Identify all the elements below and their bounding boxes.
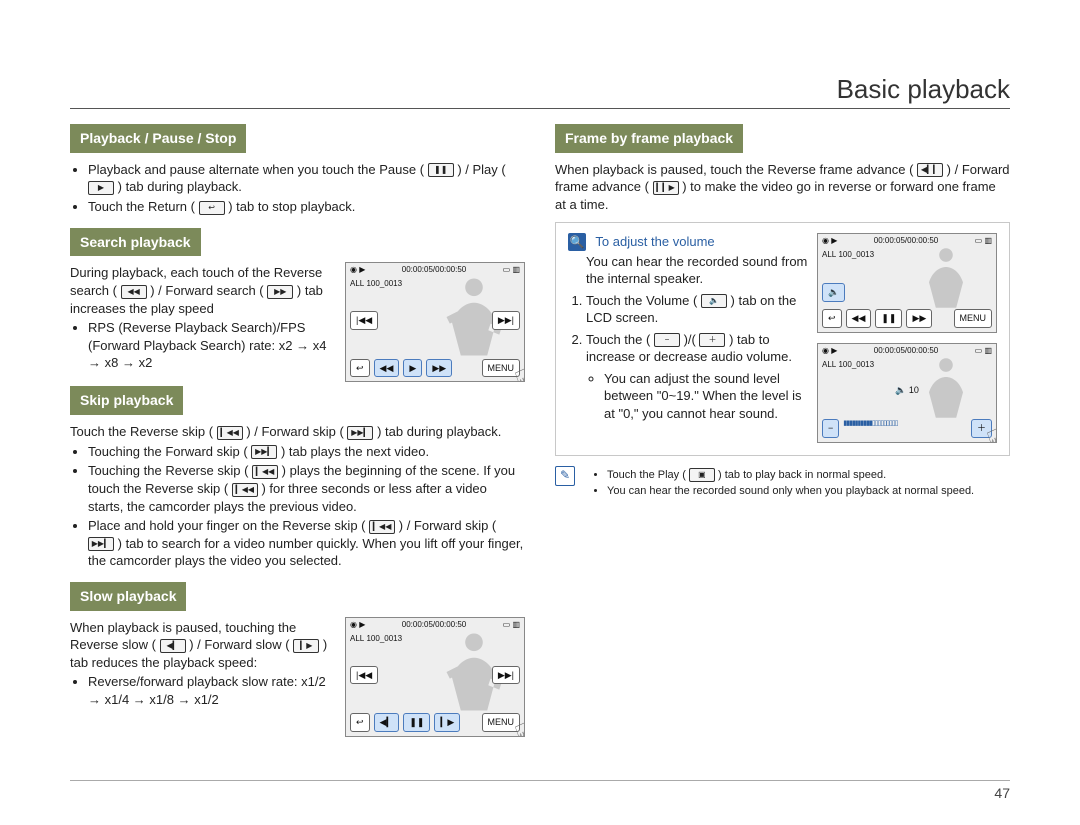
right-column: Frame by frame playback When playback is… — [555, 120, 1010, 737]
slow-rev-button[interactable]: ◀▎ — [374, 713, 400, 731]
minus-icon: − — [654, 333, 680, 347]
footer-rule — [70, 780, 1010, 781]
heading-skip-playback: Skip playback — [70, 386, 183, 415]
forward-skip-icon: ▶▶▎ — [251, 445, 277, 459]
rwd-button[interactable]: ◀◀ — [374, 359, 400, 377]
heading-frame-by-frame: Frame by frame playback — [555, 124, 743, 153]
note-title: To adjust the volume — [595, 234, 714, 249]
reverse-skip-icon: ▎◀◀ — [232, 483, 258, 497]
lcd-preview-volume-tab: ◉ ▶00:00:05/00:00:50▭ ▥ ALL 100_0013 🔈 ↩… — [817, 233, 997, 333]
lcd-preview-slow: ◉ ▶00:00:05/00:00:50▭ ▥ ALL 100_0013 |◀◀… — [345, 617, 525, 737]
pause-icon: ❚❚ — [428, 163, 454, 177]
pointer-hand-icon: ☟ — [511, 715, 525, 737]
step: Touch the Volume ( 🔈 ) tab on the LCD sc… — [586, 292, 809, 327]
menu-button[interactable]: MENU — [954, 309, 993, 327]
lcd-preview-volume-bar: ◉ ▶00:00:05/00:00:50▭ ▥ ALL 100_0013 🔈 1… — [817, 343, 997, 443]
volume-bar: ▮▮▮▮▮▮▮▮▮▮▯▯▯▯▯▯▯▯▯ — [843, 419, 967, 437]
pause-button[interactable]: ❚❚ — [403, 713, 430, 731]
reverse-skip-icon: ▎◀◀ — [252, 465, 278, 479]
paragraph: When playback is paused, touch the Rever… — [555, 161, 1010, 214]
paragraph: When playback is paused, touching the Re… — [70, 619, 337, 672]
reverse-slow-icon: ◀▎ — [160, 639, 186, 653]
bullet: Place and hold your finger on the Revers… — [88, 517, 525, 570]
paragraph: During playback, each touch of the Rever… — [70, 264, 337, 317]
page-title: Basic playback — [837, 72, 1010, 107]
bullet: Touch the Return ( ↩ ) tab to stop playb… — [88, 198, 525, 216]
volume-button[interactable]: 🔈 — [822, 283, 845, 301]
forward-frame-icon: ▎▎▶ — [653, 181, 679, 195]
left-column: Playback / Pause / Stop Playback and pau… — [70, 120, 525, 737]
step: Touch the ( − )/( ＋ ) tab to increase or… — [586, 331, 809, 423]
return-button[interactable]: ↩ — [822, 309, 842, 327]
plus-icon: ＋ — [699, 333, 725, 347]
skip-fwd-button[interactable]: ▶▶| — [492, 666, 520, 684]
reverse-skip-icon: ▎◀◀ — [369, 520, 395, 534]
slow-fwd-button[interactable]: ▎▶ — [434, 713, 460, 731]
forward-skip-icon: ▶▶▎ — [88, 537, 114, 551]
lcd-preview-search: ◉ ▶00:00:05/00:00:50▭ ▥ ALL 100_0013 |◀◀… — [345, 262, 525, 382]
pointer-hand-icon: ☟ — [511, 361, 525, 383]
bullet: Touch the Play ( ▣ ) tab to play back in… — [607, 468, 974, 483]
paragraph: Touch the Reverse skip ( ▎◀◀ ) / Forward… — [70, 423, 525, 441]
play-button[interactable]: ▶ — [403, 359, 422, 377]
reverse-frame-icon: ◀▎▎ — [917, 163, 943, 177]
note-icon: ✎ — [555, 466, 575, 486]
return-icon: ↩ — [199, 201, 225, 215]
play-icon: ▶ — [88, 181, 114, 195]
volume-down-button[interactable]: − — [822, 419, 839, 437]
forward-slow-icon: ▎▶ — [293, 639, 319, 653]
heading-playback-pause-stop: Playback / Pause / Stop — [70, 124, 246, 153]
sub-bullet: You can adjust the sound level between "… — [604, 370, 809, 423]
playbox-icon: ▣ — [689, 468, 715, 482]
return-button[interactable]: ↩ — [350, 359, 370, 377]
title-rule — [70, 108, 1010, 109]
volume-note-box: 🔍 To adjust the volume You can hear the … — [555, 222, 1010, 456]
bullet: Playback and pause alternate when you to… — [88, 161, 525, 196]
skip-back-button[interactable]: |◀◀ — [350, 666, 378, 684]
footnote: ✎ Touch the Play ( ▣ ) tab to play back … — [555, 466, 1010, 510]
reverse-search-icon: ◀◀ — [121, 285, 147, 299]
volume-icon: 🔈 — [701, 294, 727, 308]
skip-back-button[interactable]: |◀◀ — [350, 311, 378, 329]
heading-slow-playback: Slow playback — [70, 582, 186, 611]
heading-search-playback: Search playback — [70, 228, 201, 257]
pointer-hand-icon: ☟ — [983, 421, 997, 443]
bullet: RPS (Reverse Playback Search)/FPS (Forwa… — [88, 319, 337, 372]
manual-page: Basic playback Playback / Pause / Stop P… — [0, 0, 1080, 825]
page-number: 47 — [994, 784, 1010, 803]
bullet: Touching the Forward skip ( ▶▶▎ ) tab pl… — [88, 443, 525, 461]
skip-fwd-button[interactable]: ▶▶| — [492, 311, 520, 329]
forward-search-icon: ▶▶ — [267, 285, 293, 299]
reverse-skip-icon: ▎◀◀ — [217, 426, 243, 440]
fwd-button[interactable]: ▶▶ — [426, 359, 452, 377]
bullet: Reverse/forward playback slow rate: x1/2… — [88, 673, 337, 708]
bullet: Touching the Reverse skip ( ▎◀◀ ) plays … — [88, 462, 525, 515]
return-button[interactable]: ↩ — [350, 713, 370, 731]
bullet: You can hear the recorded sound only whe… — [607, 484, 974, 499]
forward-skip-icon: ▶▶▎ — [347, 426, 373, 440]
magnifier-icon: 🔍 — [568, 233, 586, 251]
paragraph: You can hear the recorded sound from the… — [586, 253, 809, 288]
